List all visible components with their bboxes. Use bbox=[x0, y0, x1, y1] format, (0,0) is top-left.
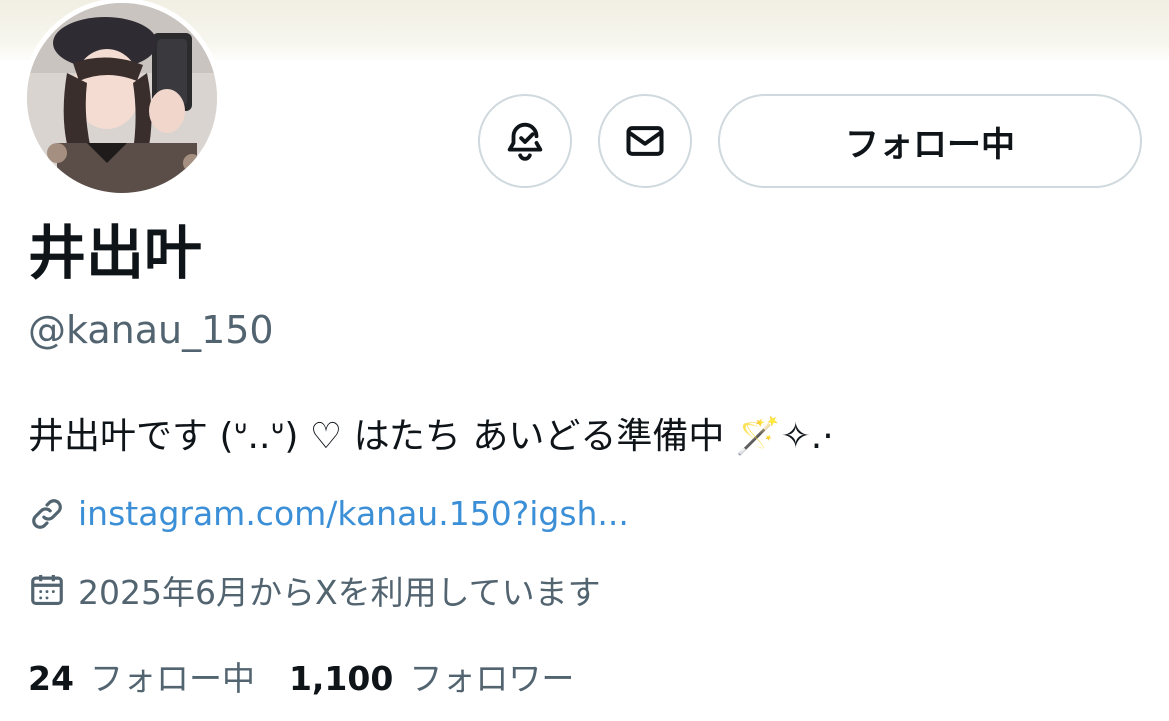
following-label: フォロー中 bbox=[89, 659, 255, 698]
mail-icon bbox=[626, 126, 664, 156]
following-button[interactable]: フォロー中 bbox=[718, 94, 1142, 188]
display-name: 井出叶 bbox=[28, 219, 203, 287]
profile-link-row: instagram.com/kanau.150?igsh... bbox=[28, 494, 629, 533]
followers-label: フォロワー bbox=[409, 659, 575, 698]
message-button[interactable] bbox=[598, 94, 692, 188]
notifications-button[interactable] bbox=[478, 94, 572, 188]
bell-check-icon bbox=[507, 122, 543, 161]
calendar-icon bbox=[31, 574, 63, 606]
link-icon bbox=[32, 498, 62, 529]
avatar-photo bbox=[27, 3, 217, 193]
followers-count: 1,100 bbox=[288, 659, 394, 698]
following-count: 24 bbox=[28, 659, 74, 698]
user-handle: @kanau_150 bbox=[28, 308, 274, 352]
follow-stats: 24 フォロー中 1,100 フォロワー bbox=[28, 652, 574, 700]
profile-link[interactable]: instagram.com/kanau.150?igsh... bbox=[78, 494, 629, 533]
following-link[interactable]: 24 フォロー中 bbox=[28, 652, 255, 700]
join-date-row: 2025年6月からXを利用しています bbox=[28, 566, 601, 614]
avatar[interactable] bbox=[22, 0, 222, 198]
join-date: 2025年6月からXを利用しています bbox=[78, 573, 601, 612]
followers-link[interactable]: 1,100 フォロワー bbox=[289, 652, 574, 700]
bio-text: 井出叶です (ᐡ..ᐡ) ♡ はたち あいどる準備中 🪄✧.· bbox=[28, 416, 834, 457]
